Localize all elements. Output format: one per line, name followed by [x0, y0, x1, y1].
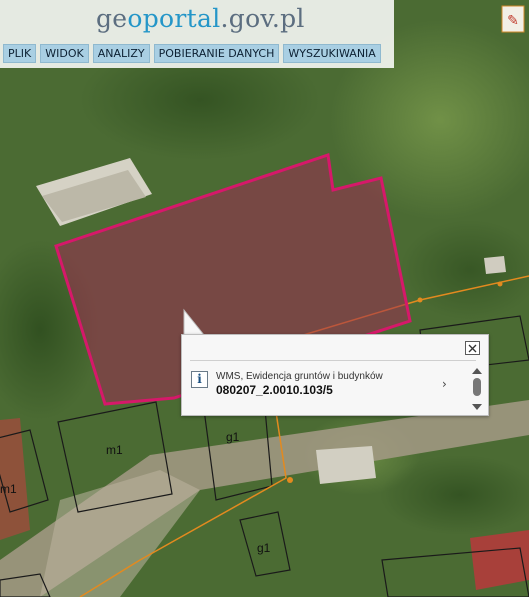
- geoportal-logo[interactable]: geoportal.gov.pl: [96, 4, 305, 33]
- close-button[interactable]: [465, 341, 480, 355]
- chevron-right-icon[interactable]: ›: [442, 377, 447, 391]
- layer-name: WMS, Ewidencja gruntów i budynków: [216, 371, 383, 382]
- menu-pobieranie-danych[interactable]: POBIERANIE DANYCH: [153, 44, 280, 63]
- popup-scrollbar[interactable]: [470, 367, 484, 411]
- close-icon: [468, 344, 477, 352]
- scroll-up-arrow-icon[interactable]: [472, 368, 482, 374]
- building-label: m1: [0, 482, 17, 496]
- parcel-id[interactable]: 080207_2.0010.103/5: [216, 383, 333, 397]
- menu-wyszukiwania[interactable]: WYSZUKIWANIA: [283, 44, 381, 63]
- main-menu: PLIK WIDOK ANALIZY POBIERANIE DANYCH WYS…: [3, 44, 381, 63]
- svg-text:✎: ✎: [507, 13, 519, 29]
- building-roof: [316, 446, 376, 484]
- feature-info-popup: i WMS, Ewidencja gruntów i budynków 0802…: [181, 334, 489, 416]
- menu-plik[interactable]: PLIK: [3, 44, 37, 63]
- logo-part: .gov.pl: [220, 4, 305, 33]
- scroll-thumb[interactable]: [473, 378, 481, 396]
- logo-part: ge: [96, 4, 128, 33]
- utility-node: [287, 477, 293, 483]
- building-roof: [484, 256, 506, 274]
- menu-analizy[interactable]: ANALIZY: [92, 44, 150, 63]
- building-label: g1: [257, 541, 271, 555]
- map-view[interactable]: m1 g1 g1 m1 ✎: [0, 0, 529, 597]
- info-icon: i: [191, 371, 208, 388]
- building-roof: [470, 530, 529, 590]
- building-label: m1: [106, 443, 123, 457]
- utility-node: [497, 281, 503, 287]
- menu-widok[interactable]: WIDOK: [40, 44, 89, 63]
- scroll-down-arrow-icon[interactable]: [472, 404, 482, 410]
- utility-node: [417, 297, 423, 303]
- building-label: g1: [226, 430, 240, 444]
- logo-part: oportal: [127, 4, 221, 33]
- map-marker-icon[interactable]: ✎: [501, 5, 525, 33]
- app-header: geoportal.gov.pl PLIK WIDOK ANALIZY POBI…: [0, 0, 394, 68]
- popup-divider: [190, 360, 476, 361]
